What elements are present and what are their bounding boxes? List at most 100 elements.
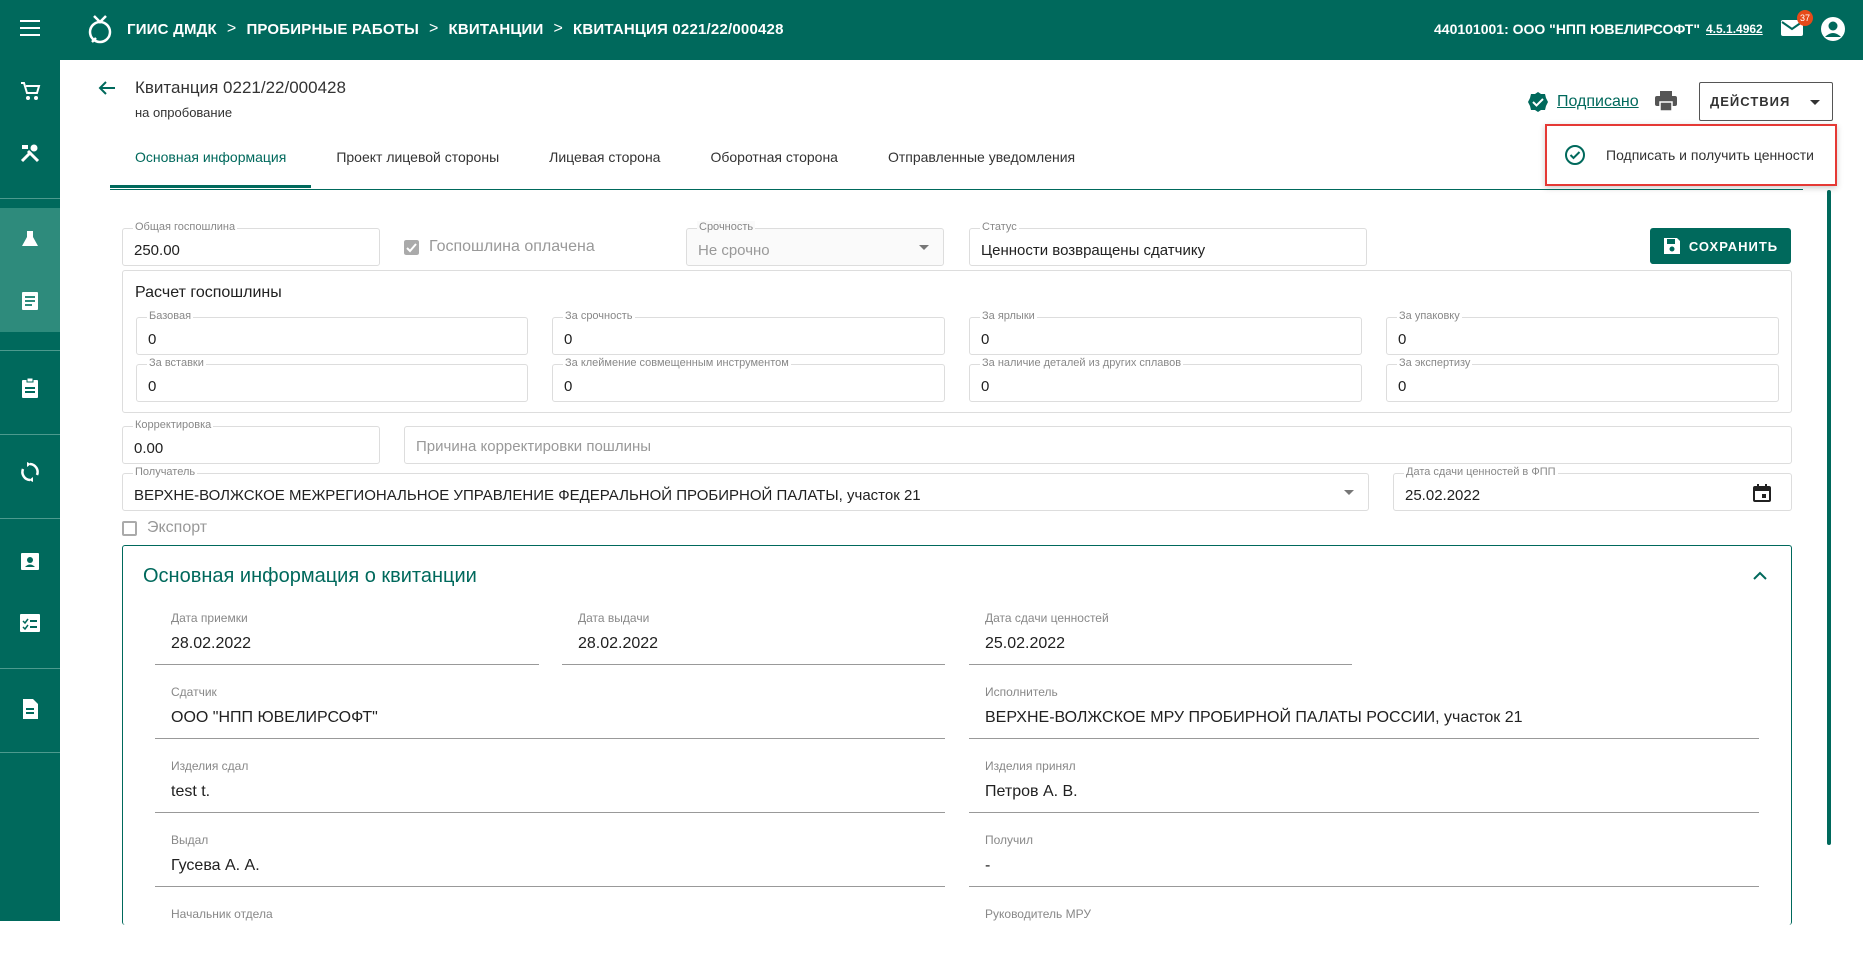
signed-status[interactable]: Подписано bbox=[1527, 91, 1639, 113]
version-link[interactable]: 4.5.1.4962 bbox=[1706, 22, 1763, 36]
clipboard-icon[interactable] bbox=[0, 357, 60, 419]
page-title: Квитанция 0221/22/000428 bbox=[135, 78, 346, 97]
mail-count-badge: 37 bbox=[1797, 10, 1813, 26]
actions-dropdown-button[interactable]: ДЕЙСТВИЯ bbox=[1699, 82, 1833, 121]
actions-menu: Подписать и получить ценности bbox=[1545, 124, 1837, 186]
field-label: Базовая bbox=[147, 310, 194, 322]
back-arrow-icon[interactable] bbox=[97, 78, 117, 98]
tab-sent-notifications[interactable]: Отправленные уведомления bbox=[863, 140, 1100, 190]
check-circle-icon bbox=[1565, 145, 1585, 165]
fee-packaging-field[interactable]: За упаковку 0 bbox=[1386, 310, 1779, 355]
document-icon[interactable] bbox=[0, 678, 60, 740]
field-label: За вставки bbox=[147, 357, 206, 369]
field-label: Общая госпошлина bbox=[133, 221, 238, 233]
sidebar bbox=[0, 60, 60, 921]
field-value: test t. bbox=[171, 783, 211, 800]
fee-labels-field[interactable]: За ярлыки 0 bbox=[969, 310, 1362, 355]
correction-reason-input[interactable]: Причина корректировки пошлины bbox=[404, 426, 1792, 464]
fee-base-field[interactable]: Базовая 0 bbox=[136, 310, 528, 355]
field-value: 250.00 bbox=[134, 242, 180, 259]
placeholder-text: Причина корректировки пошлины bbox=[416, 438, 652, 455]
breadcrumb: ГИИС ДМДК > ПРОБИРНЫЕ РАБОТЫ > КВИТАНЦИИ… bbox=[127, 20, 784, 38]
field-label: Выдал bbox=[171, 833, 209, 847]
field-value: ООО "НПП ЮВЕЛИРСОФТ" bbox=[171, 709, 378, 726]
breadcrumb-assay-works[interactable]: ПРОБИРНЫЕ РАБОТЫ bbox=[246, 21, 419, 38]
fee-urgency-field[interactable]: За срочность 0 bbox=[552, 310, 945, 355]
breadcrumb-receipts[interactable]: КВИТАНЦИИ bbox=[449, 21, 544, 38]
breadcrumb-current: КВИТАНЦИЯ 0221/22/000428 bbox=[573, 20, 784, 38]
handover-date-field[interactable]: Дата сдачи ценностей в ФПП 25.02.2022 bbox=[1393, 466, 1792, 511]
depositor-field: Сдатчик ООО "НПП ЮВЕЛИРСОФТ" bbox=[155, 685, 945, 739]
received-by-field: Получил - bbox=[969, 833, 1759, 887]
fee-combined-stamp-field[interactable]: За клеймение совмещенным инструментом 0 bbox=[552, 357, 945, 402]
field-label: За наличие деталей из других сплавов bbox=[980, 357, 1184, 369]
field-value: 28.02.2022 bbox=[578, 635, 659, 652]
items-submitted-by-field: Изделия сдал test t. bbox=[155, 759, 945, 813]
sidebar-divider bbox=[0, 198, 60, 199]
cart-icon[interactable] bbox=[0, 60, 60, 122]
breadcrumb-root[interactable]: ГИИС ДМДК bbox=[127, 21, 217, 38]
export-checkbox[interactable]: Экспорт bbox=[122, 519, 207, 537]
handover-date-info-field: Дата сдачи ценностей 25.02.2022 bbox=[969, 611, 1352, 665]
logo-icon bbox=[88, 15, 112, 44]
sync-icon[interactable] bbox=[0, 441, 60, 503]
field-label: Корректировка bbox=[133, 419, 214, 431]
field-value: Петров А. В. bbox=[985, 783, 1078, 800]
tab-main-info[interactable]: Основная информация bbox=[110, 140, 312, 190]
tools-icon[interactable] bbox=[0, 122, 60, 184]
fee-other-alloys-field[interactable]: За наличие деталей из других сплавов 0 bbox=[969, 357, 1362, 402]
field-label: Изделия принял bbox=[985, 759, 1076, 773]
menu-item-label: Подписать и получить ценности bbox=[1606, 147, 1814, 163]
dropdown-arrow-icon bbox=[1344, 490, 1354, 495]
tab-front-draft[interactable]: Проект лицевой стороны bbox=[311, 140, 524, 190]
tab-back-side[interactable]: Оборотная сторона bbox=[685, 140, 863, 190]
field-label: За срочность bbox=[563, 310, 635, 322]
caret-down-icon bbox=[1810, 100, 1820, 105]
field-value: ВЕРХНЕ-ВОЛЖСКОЕ МРУ ПРОБИРНОЙ ПАЛАТЫ РОС… bbox=[985, 709, 1523, 726]
chevron-up-icon[interactable] bbox=[1752, 568, 1768, 582]
save-icon bbox=[1663, 238, 1680, 254]
field-label: Начальник отдела bbox=[171, 907, 273, 921]
field-label: За клеймение совмещенным инструментом bbox=[563, 357, 791, 369]
urgency-select[interactable]: Срочность Не срочно bbox=[686, 221, 944, 266]
fee-expertise-field[interactable]: За экспертизу 0 bbox=[1386, 357, 1779, 402]
status-field[interactable]: Статус Ценности возвращены сдатчику bbox=[969, 221, 1367, 266]
field-value: Не срочно bbox=[698, 242, 770, 259]
field-label: Срочность bbox=[697, 221, 756, 233]
signed-link[interactable]: Подписано bbox=[1557, 93, 1639, 111]
field-label: Изделия сдал bbox=[171, 759, 249, 773]
correction-field[interactable]: Корректировка 0.00 bbox=[122, 419, 380, 464]
menu-icon[interactable] bbox=[20, 20, 40, 36]
dropdown-arrow-icon bbox=[919, 245, 929, 250]
calendar-icon[interactable] bbox=[1753, 484, 1771, 502]
scrollbar[interactable] bbox=[1827, 190, 1831, 845]
save-button[interactable]: СОХРАНИТЬ bbox=[1650, 228, 1791, 264]
field-label: За ярлыки bbox=[980, 310, 1037, 322]
field-label: Дата приемки bbox=[171, 611, 248, 625]
field-value: 25.02.2022 bbox=[985, 635, 1066, 652]
breadcrumb-separator: > bbox=[553, 20, 564, 37]
field-value: 0 bbox=[148, 331, 157, 348]
field-label: Дата сдачи ценностей bbox=[985, 611, 1109, 625]
mru-head-field: Руководитель МРУ bbox=[969, 907, 1759, 961]
checklist-icon[interactable] bbox=[0, 592, 60, 654]
verified-icon bbox=[1528, 92, 1548, 112]
department-head-field: Начальник отдела bbox=[155, 907, 945, 961]
print-icon[interactable] bbox=[1654, 90, 1678, 112]
field-value: 0 bbox=[564, 378, 573, 395]
receipt-icon[interactable] bbox=[0, 270, 60, 332]
contact-card-icon[interactable] bbox=[0, 530, 60, 592]
checkbox-label: Экспорт bbox=[147, 519, 208, 536]
account-icon[interactable] bbox=[1820, 16, 1846, 42]
recipient-select[interactable]: Получатель ВЕРХНЕ-ВОЛЖСКОЕ МЕЖРЕГИОНАЛЬН… bbox=[122, 466, 1369, 511]
total-fee-field[interactable]: Общая госпошлина 250.00 bbox=[122, 221, 380, 266]
fee-paid-checkbox[interactable]: Госпошлина оплачена bbox=[404, 238, 595, 256]
flask-icon[interactable] bbox=[0, 208, 60, 270]
fee-inserts-field[interactable]: За вставки 0 bbox=[136, 357, 528, 402]
field-value: 0.00 bbox=[134, 440, 164, 457]
issue-date-field: Дата выдачи 28.02.2022 bbox=[562, 611, 945, 665]
save-label: СОХРАНИТЬ bbox=[1688, 238, 1779, 254]
sidebar-divider bbox=[0, 752, 60, 753]
tab-front-side[interactable]: Лицевая сторона bbox=[524, 140, 685, 190]
menu-item-sign-and-receive[interactable]: Подписать и получить ценности bbox=[1547, 144, 1814, 166]
